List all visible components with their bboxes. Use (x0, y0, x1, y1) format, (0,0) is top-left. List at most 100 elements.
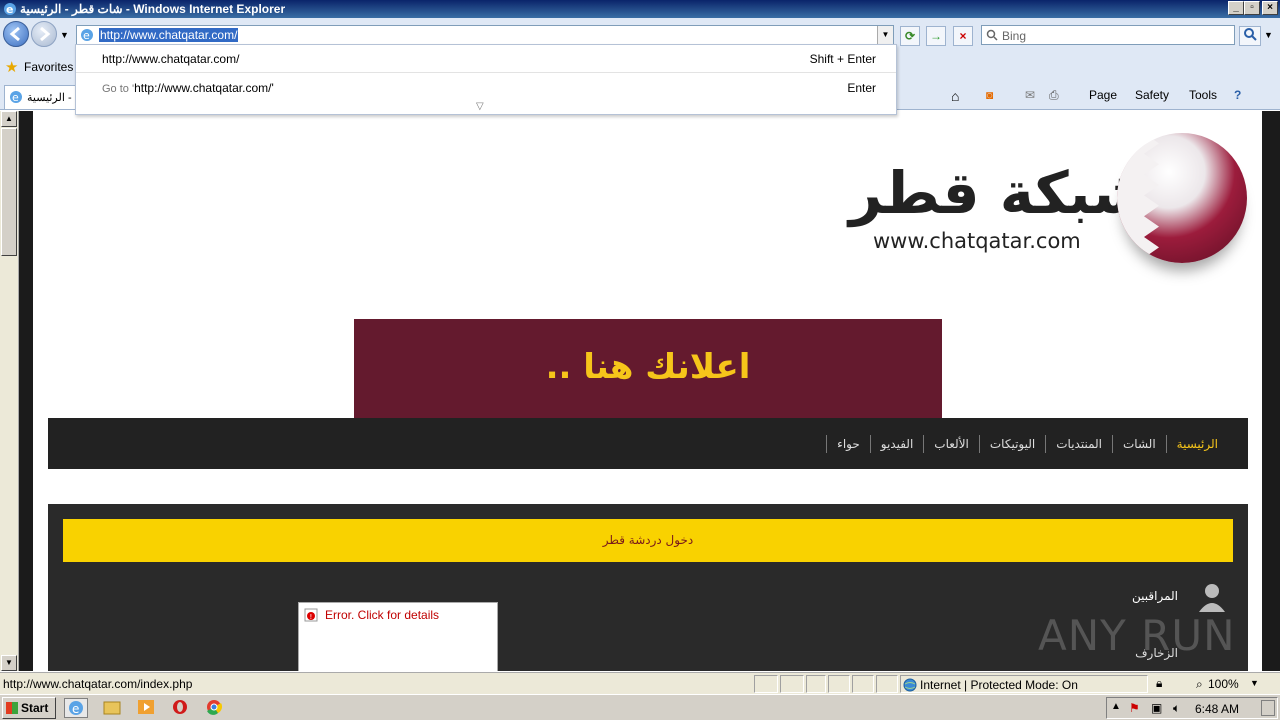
menu-item-video[interactable]: الفيديو (869, 435, 924, 453)
stop-button[interactable]: × (953, 26, 973, 46)
goto-prefix: Go to ' (102, 83, 135, 95)
supervisors-label[interactable]: المراقبين (1132, 589, 1178, 603)
qatar-globe-logo[interactable] (1117, 133, 1247, 263)
safety-menu[interactable]: Safety (1135, 88, 1169, 102)
print-icon[interactable]: ⎙ (1049, 88, 1059, 103)
menu-item-home[interactable]: الرئيسية (1165, 435, 1228, 453)
tab-label: الرئيسية - ... (27, 92, 75, 104)
zone-text: Internet | Protected Mode: On (920, 678, 1078, 692)
chrome-icon[interactable] (204, 698, 228, 718)
forward-button[interactable] (31, 21, 57, 47)
title-bar: e شات قطر - الرئيسية - Windows Internet … (0, 0, 1280, 18)
page-background-right (1262, 111, 1280, 671)
tray-expand-icon[interactable]: ▲ (1111, 701, 1121, 712)
feeds-icon[interactable]: ◙ (986, 88, 993, 102)
status-bar: http://www.chatqatar.com/index.php Inter… (0, 672, 1280, 694)
vertical-scrollbar[interactable]: ▲ ▼ (0, 111, 19, 671)
tools-menu[interactable]: Tools (1189, 88, 1217, 102)
go-button[interactable]: → (926, 26, 946, 46)
site-logo-text[interactable]: شبكة قطر (849, 159, 1149, 227)
start-label: Start (21, 701, 49, 715)
menu-item-youtube[interactable]: اليوتيكات (978, 435, 1045, 453)
address-bar[interactable]: e http://www.chatqatar.com/ ▼ (76, 25, 894, 45)
search-provider-icon (986, 29, 998, 41)
home-icon[interactable]: ⌂ (951, 88, 959, 104)
action-center-icon[interactable]: ⚑ (1129, 701, 1140, 715)
tab-home[interactable]: e الرئيسية - ... (4, 85, 76, 109)
security-zone[interactable]: Internet | Protected Mode: On (900, 675, 1148, 693)
close-button[interactable]: × (1262, 1, 1278, 15)
zoom-control[interactable]: ⌕ 100% ▼ (1196, 675, 1266, 693)
search-box[interactable]: Bing (981, 25, 1235, 45)
zoom-dropdown-icon[interactable]: ▼ (1250, 678, 1259, 688)
menu-item-games[interactable]: الألعاب (923, 435, 979, 453)
address-text[interactable]: http://www.chatqatar.com/ (99, 28, 239, 42)
status-pane (754, 675, 778, 693)
status-url: http://www.chatqatar.com/index.php (3, 677, 193, 691)
page-menu[interactable]: Page (1089, 88, 1117, 102)
forward-arrow-icon (40, 26, 51, 42)
site-menu: الرئيسية الشات المنتديات اليوتيكات الألع… (826, 435, 1228, 453)
scroll-down-button[interactable]: ▼ (1, 655, 17, 671)
tab-ie-icon: e (10, 91, 22, 104)
explorer-folder-icon[interactable] (102, 698, 126, 718)
zoom-level: 100% (1208, 677, 1239, 691)
search-placeholder: Bing (1002, 29, 1027, 43)
recent-pages-dropdown[interactable]: ▼ (60, 30, 69, 40)
back-arrow-icon (9, 26, 20, 42)
start-button[interactable]: Start (2, 697, 56, 719)
show-desktop-button[interactable] (1261, 700, 1275, 716)
error-box[interactable]: ! Error. Click for details (298, 602, 498, 671)
search-button[interactable] (1239, 26, 1261, 46)
menu-item-hawaa[interactable]: حواء (826, 435, 870, 453)
goto-url: http://www.chatqatar.com/ (134, 81, 272, 95)
volume-icon[interactable]: 🔈︎ (1173, 701, 1180, 716)
network-icon[interactable]: ▣ (1151, 701, 1162, 715)
status-pane (806, 675, 826, 693)
media-player-icon[interactable] (136, 698, 160, 718)
page-icon: e (81, 29, 93, 42)
opera-icon[interactable] (170, 698, 194, 718)
back-button[interactable] (3, 21, 29, 47)
enter-chat-button[interactable]: دخول دردشة قطر (63, 519, 1233, 562)
ie-logo-icon: e (4, 3, 16, 16)
ad-text: اعلانك هنا .. (545, 347, 751, 387)
taskbar-ie-button[interactable]: e (64, 698, 88, 718)
menu-item-forums[interactable]: المنتديات (1045, 435, 1112, 453)
svg-text:e: e (6, 3, 13, 16)
status-pane (828, 675, 850, 693)
taskbar: Start e ▲ ⚑ ▣ 🔈︎ 6:48 AM (0, 694, 1280, 720)
search-options-dropdown[interactable]: ▼ (1264, 30, 1273, 40)
anyrun-watermark: ANY RUN (1038, 611, 1236, 660)
suggestion-shortcut: Shift + Enter (809, 52, 876, 66)
menu-item-chat[interactable]: الشات (1112, 435, 1166, 453)
svg-text:e: e (12, 91, 19, 104)
error-icon: ! (304, 608, 318, 622)
page-background-left (19, 111, 33, 671)
status-pane (876, 675, 898, 693)
favorites-button[interactable]: Favorites (24, 60, 73, 74)
compatibility-button[interactable]: ⟳ (900, 26, 920, 46)
scroll-up-button[interactable]: ▲ (1, 111, 17, 127)
protected-mode-icon[interactable]: 🔒︎ (1156, 676, 1162, 691)
status-pane (852, 675, 874, 693)
expand-chevron-icon[interactable]: ▽ (476, 101, 484, 112)
site-menu-bar: الرئيسية الشات المنتديات اليوتيكات الألع… (48, 418, 1248, 469)
ie-icon: e (69, 701, 83, 716)
clock[interactable]: 6:48 AM (1195, 702, 1239, 716)
error-text: Error. Click for details (325, 608, 440, 622)
help-icon[interactable]: ? (1234, 88, 1241, 102)
ad-banner[interactable]: اعلانك هنا .. (354, 319, 942, 418)
goto-shortcut: Enter (847, 81, 876, 95)
svg-text:e: e (72, 702, 79, 716)
search-icon (1244, 28, 1257, 41)
minimize-button[interactable]: _ (1228, 1, 1244, 15)
address-dropdown-button[interactable]: ▼ (877, 26, 893, 44)
zoom-icon: ⌕ (1196, 677, 1203, 691)
read-mail-icon[interactable]: ✉ (1025, 88, 1035, 102)
scroll-thumb[interactable] (1, 128, 17, 256)
window-title: شات قطر - الرئيسية - Windows Internet Ex… (20, 2, 286, 16)
suggestion-url[interactable]: http://www.chatqatar.com/ (102, 52, 239, 66)
maximize-button[interactable]: ▫ (1244, 1, 1260, 15)
goto-suggestion[interactable]: Go to 'http://www.chatqatar.com/' (102, 81, 274, 95)
